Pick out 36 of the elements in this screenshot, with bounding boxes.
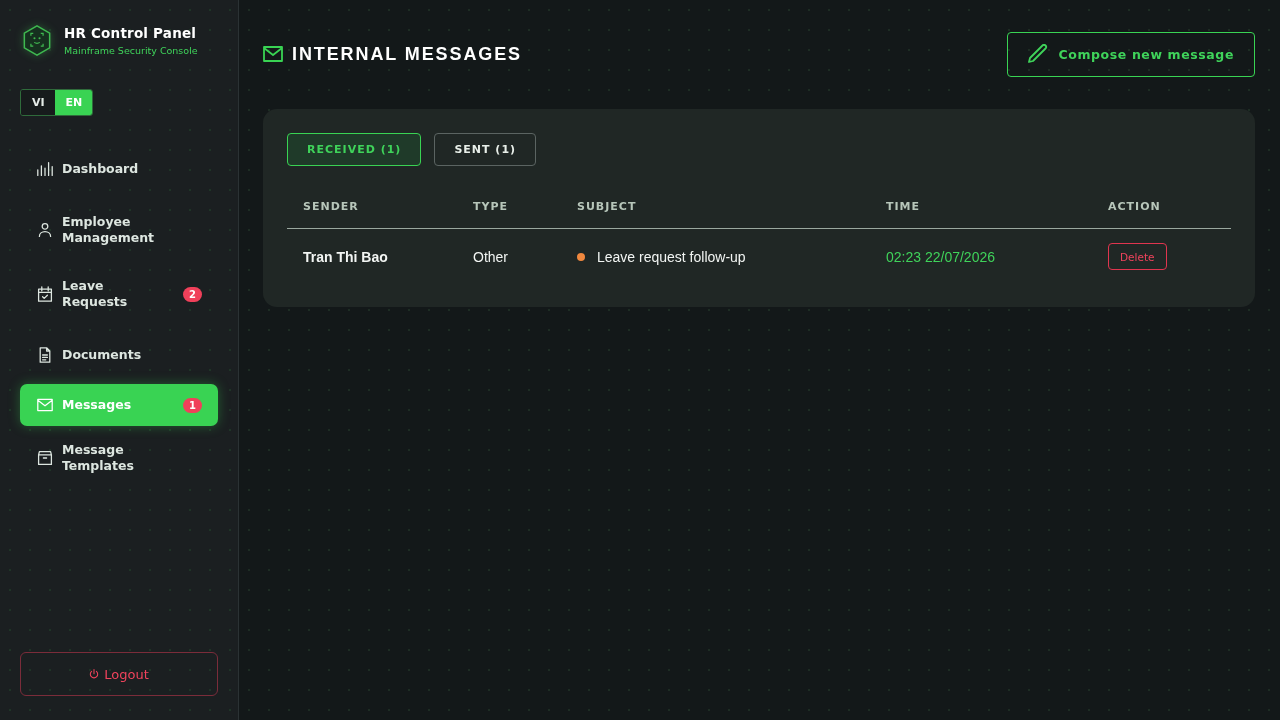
- table-cell: 02:23 22/07/2026: [870, 228, 1092, 283]
- tab[interactable]: SENT (1): [434, 133, 537, 166]
- nav-item[interactable]: Dashboard: [20, 148, 218, 190]
- table-cell: Other: [457, 228, 561, 283]
- compose-button[interactable]: Compose new message: [1007, 31, 1255, 77]
- nav-item[interactable]: Messages 1: [20, 384, 218, 426]
- column-header: SUBJECT: [561, 188, 870, 229]
- nav-item[interactable]: Leave Requests 2: [20, 270, 218, 318]
- bar-chart-icon: [37, 161, 53, 177]
- calendar-check-icon: [37, 286, 53, 302]
- envelope-icon: [263, 46, 283, 62]
- table-cell: Leave request follow-up: [597, 248, 746, 265]
- nav-item[interactable]: Employee Management: [20, 206, 218, 254]
- delete-button[interactable]: Delete: [1108, 243, 1167, 270]
- app-subtitle: Mainframe Security Console: [64, 45, 198, 56]
- count-badge: 1: [183, 397, 202, 413]
- column-header: TYPE: [457, 188, 561, 229]
- power-icon: [89, 669, 100, 679]
- tab[interactable]: RECEIVED (1): [287, 133, 422, 166]
- language-option[interactable]: VI: [21, 90, 55, 115]
- user-icon: [37, 222, 53, 238]
- envelope-icon: [37, 397, 53, 413]
- logout-button[interactable]: Logout: [20, 652, 218, 696]
- table-cell: Tran Thi Bao: [287, 228, 457, 283]
- pencil-icon: [1028, 44, 1049, 64]
- column-header: SENDER: [287, 188, 457, 229]
- column-header: TIME: [870, 188, 1092, 229]
- page-title: INTERNAL MESSAGES: [292, 43, 522, 65]
- hexagon-logo-icon: [22, 24, 52, 57]
- nav-item[interactable]: Documents: [20, 334, 218, 376]
- count-badge: 2: [183, 286, 202, 302]
- nav-item[interactable]: Message Templates: [20, 434, 218, 482]
- app-title: HR Control Panel: [64, 25, 198, 41]
- archive-box-icon: [37, 450, 53, 466]
- column-header: ACTION: [1092, 188, 1231, 229]
- document-icon: [37, 347, 53, 363]
